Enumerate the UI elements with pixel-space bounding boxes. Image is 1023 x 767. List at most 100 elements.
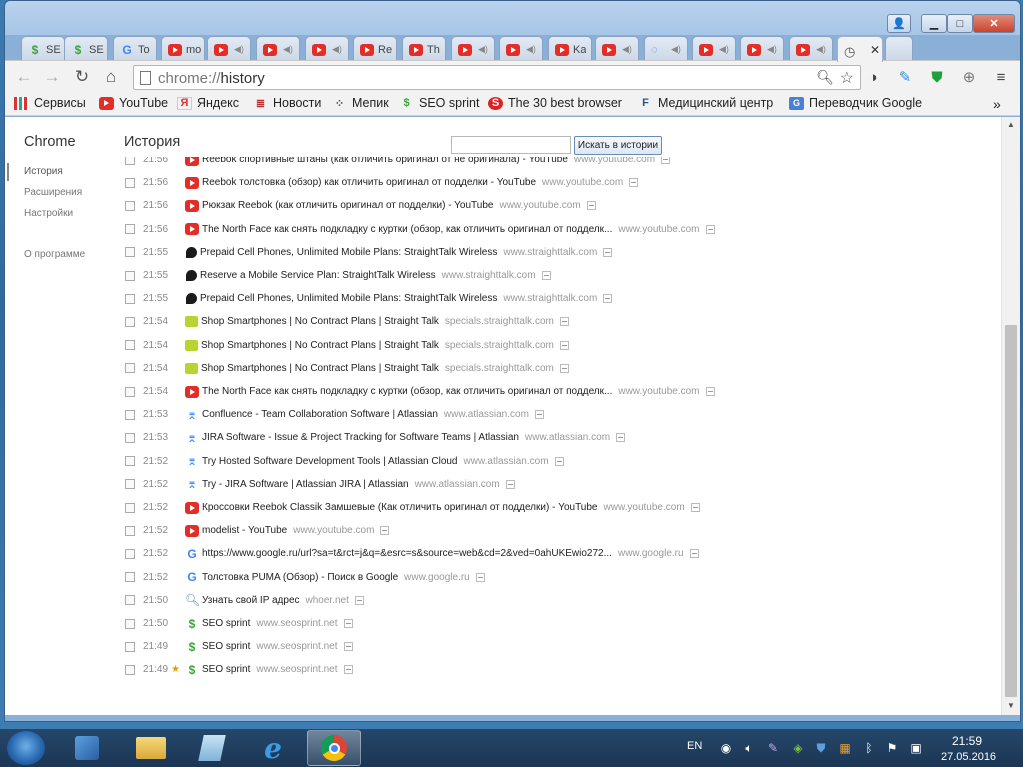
profile-button[interactable]: 👤: [887, 14, 911, 33]
row-checkbox[interactable]: [125, 548, 135, 559]
row-menu-button[interactable]: [629, 178, 639, 188]
more-bookmarks-button[interactable]: »: [993, 96, 1001, 112]
bookmark-browser-games[interactable]: S The 30 best browser g: [488, 96, 625, 110]
tab-3[interactable]: G To: [113, 36, 157, 62]
bookmark-star-icon[interactable]: ☆: [840, 68, 854, 88]
clock-date[interactable]: 27.05.2016: [941, 751, 996, 763]
history-row[interactable]: 21:49 ★ $ SEO sprint www.seosprint.net: [125, 658, 353, 681]
tab-14[interactable]: ◌ ◀): [644, 36, 688, 62]
tab-13[interactable]: ◀): [595, 36, 639, 62]
tab-4[interactable]: mo: [161, 36, 205, 62]
nav-extensions[interactable]: Расширения: [24, 187, 82, 198]
row-checkbox[interactable]: [125, 456, 135, 467]
row-title-link[interactable]: Рюкзак Reebok (как отличить оригинал от …: [202, 200, 493, 211]
security-tray-icon[interactable]: ⛊: [813, 740, 829, 756]
row-title-link[interactable]: JIRA Software - Issue & Project Tracking…: [202, 432, 519, 443]
extension-dark-icon[interactable]: ◑: [862, 67, 884, 87]
row-checkbox[interactable]: [125, 270, 135, 281]
bookmark-seo-sprint[interactable]: $ SEO sprint: [399, 96, 479, 110]
bookmark-apps[interactable]: Сервисы: [14, 96, 86, 110]
history-search-input[interactable]: [451, 136, 571, 154]
tab-10[interactable]: ◀): [451, 36, 495, 62]
row-checkbox[interactable]: [125, 479, 135, 490]
row-menu-button[interactable]: [603, 294, 613, 304]
row-menu-button[interactable]: [559, 363, 569, 373]
history-row[interactable]: 21:52 G Толстовка PUMA (Обзор) - Поиск в G…: [125, 566, 485, 589]
taskbar-chrome[interactable]: [307, 730, 361, 766]
history-row[interactable]: 21:54 The North Face как снять подкладку …: [125, 380, 715, 403]
close-tab-icon[interactable]: ✕: [870, 43, 880, 57]
history-row[interactable]: 21:53 ⌆ JIRA Software - Issue & Project Tr…: [125, 426, 626, 449]
row-title-link[interactable]: Shop Smartphones | No Contract Plans | S…: [201, 363, 439, 374]
row-title-link[interactable]: SEO sprint: [202, 664, 250, 675]
row-menu-button[interactable]: [603, 247, 613, 257]
history-row[interactable]: 21:52 ⌆ Try - JIRA Software | Atlassian JI…: [125, 473, 515, 496]
row-menu-button[interactable]: [689, 549, 699, 559]
row-menu-button[interactable]: [705, 387, 715, 396]
history-row[interactable]: 21:52 Ghttps://www.google.ru/url?sa=t&rct…: [125, 542, 699, 565]
menu-icon[interactable]: ≡: [990, 67, 1012, 87]
tab-16[interactable]: ◀): [740, 36, 784, 62]
row-checkbox[interactable]: [125, 340, 135, 351]
tab-6[interactable]: ◀): [256, 36, 300, 62]
row-checkbox[interactable]: [125, 641, 135, 652]
row-menu-button[interactable]: [343, 642, 353, 652]
reload-button[interactable]: ↻: [71, 67, 93, 87]
extension-feather-icon[interactable]: ✎: [894, 67, 916, 87]
row-title-link[interactable]: Shop Smartphones | No Contract Plans | S…: [201, 340, 439, 351]
tab-5[interactable]: ◀): [207, 36, 251, 62]
history-search-button[interactable]: Искать в истории: [574, 136, 662, 155]
row-title-link[interactable]: Reebok толстовка (обзор) как отличить ор…: [202, 177, 536, 188]
row-title-link[interactable]: The North Face как снять подкладку с кур…: [202, 224, 612, 235]
history-row[interactable]: 21:49 $ SEO sprint www.seosprint.net: [125, 635, 353, 658]
tab-8[interactable]: Re: [353, 36, 397, 62]
bookmark-yandex[interactable]: Я Яндекс: [177, 96, 239, 110]
row-menu-button[interactable]: [559, 317, 569, 327]
tab-7[interactable]: ◀): [305, 36, 349, 62]
row-menu-button[interactable]: [505, 479, 515, 489]
row-title-link[interactable]: Prepaid Cell Phones, Unlimited Mobile Pl…: [200, 293, 497, 304]
row-title-link[interactable]: Узнать свой IP адрес: [202, 595, 300, 606]
start-button[interactable]: [7, 731, 45, 765]
row-title-link[interactable]: SEO sprint: [202, 641, 250, 652]
forward-button[interactable]: →: [41, 67, 63, 87]
row-checkbox[interactable]: [125, 618, 135, 629]
row-title-link[interactable]: Кроссовки Reebok Classik Замшевые (Как о…: [202, 502, 598, 513]
history-row[interactable]: 21:54 Shop Smartphones | No Contract Plan…: [125, 310, 569, 333]
nav-about[interactable]: О программе: [24, 249, 85, 260]
row-title-link[interactable]: SEO sprint: [202, 618, 250, 629]
row-checkbox[interactable]: [125, 200, 135, 211]
row-checkbox[interactable]: [125, 572, 135, 583]
row-title-link[interactable]: The North Face как снять подкладку с кур…: [202, 386, 612, 397]
nav-history[interactable]: История: [24, 166, 63, 177]
bluetooth-icon[interactable]: ᛒ: [861, 740, 877, 756]
row-checkbox[interactable]: [125, 363, 135, 374]
history-row[interactable]: 21:50 🔍︎ Узнать свой IP адрес whoer.net: [125, 589, 364, 612]
close-window-button[interactable]: ✕: [973, 14, 1015, 33]
nav-settings[interactable]: Настройки: [24, 208, 73, 219]
taskbar-ie[interactable]: e: [246, 730, 300, 766]
minimize-button[interactable]: ▁: [921, 14, 947, 33]
chrome-tray-icon[interactable]: ◉: [718, 740, 734, 756]
bookmark-mepik[interactable]: ⁘ Мепик: [332, 96, 389, 110]
history-row[interactable]: 21:55 Reserve a Mobile Service Plan: Stra…: [125, 264, 551, 287]
volume-icon[interactable]: 🔈︎: [741, 740, 757, 756]
extension-globe-icon[interactable]: ⊕: [958, 67, 980, 87]
address-bar[interactable]: chrome://history 🔍︎ ☆: [133, 65, 861, 90]
row-title-link[interactable]: Shop Smartphones | No Contract Plans | S…: [201, 316, 439, 327]
history-row[interactable]: 21:55 Prepaid Cell Phones, Unlimited Mobi…: [125, 241, 613, 264]
tab-15[interactable]: ◀): [692, 36, 736, 62]
history-row[interactable]: 21:54 Shop Smartphones | No Contract Plan…: [125, 334, 569, 357]
taskbar-media-player[interactable]: [60, 730, 114, 766]
row-checkbox[interactable]: [125, 502, 135, 513]
row-menu-button[interactable]: [380, 526, 390, 536]
network-icon[interactable]: ▣: [908, 740, 924, 756]
row-checkbox[interactable]: [125, 177, 135, 188]
row-menu-button[interactable]: [343, 619, 353, 628]
row-title-link[interactable]: Prepaid Cell Phones, Unlimited Mobile Pl…: [200, 247, 497, 258]
row-checkbox[interactable]: [125, 409, 135, 420]
history-row[interactable]: 21:54 Shop Smartphones | No Contract Plan…: [125, 357, 569, 380]
row-checkbox[interactable]: [125, 386, 135, 397]
row-title-link[interactable]: modelist - YouTube: [202, 525, 287, 536]
feather-tray-icon[interactable]: ✎: [765, 740, 781, 756]
